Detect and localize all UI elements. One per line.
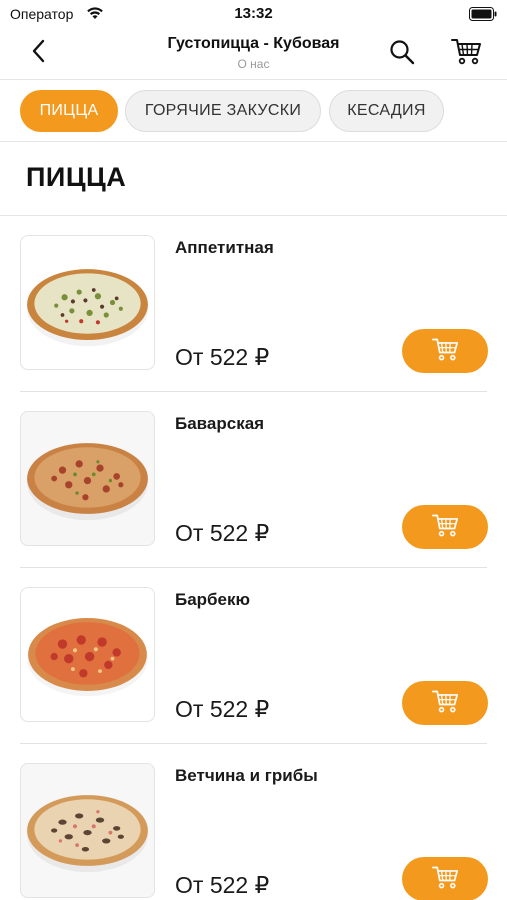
product-price: От 522 ₽ (175, 696, 270, 722)
add-to-cart-button[interactable] (402, 681, 488, 725)
pizza-image (20, 235, 155, 370)
product-name: Барбекю (175, 590, 251, 609)
search-button[interactable] (386, 38, 418, 70)
product-name: Ветчина и грибы (175, 766, 318, 785)
search-icon (389, 39, 415, 70)
cart-icon (430, 688, 460, 719)
category-tabs: ПИЦЦА ГОРЯЧИЕ ЗАКУСКИ КЕСАДИЯ (0, 80, 507, 142)
add-to-cart-button[interactable] (402, 505, 488, 549)
cart-icon (430, 336, 460, 367)
page-title: Густопицца - Кубовая (167, 35, 340, 52)
product-price: От 522 ₽ (175, 520, 270, 546)
cart-button[interactable] (448, 36, 484, 70)
pizza-image (20, 411, 155, 546)
status-bar: Оператор 13:32 (0, 0, 507, 30)
product-card[interactable]: Баварская От 522 ₽ (0, 392, 507, 568)
product-name: Аппетитная (175, 238, 274, 257)
product-card[interactable]: Ветчина и грибы От 522 ₽ (0, 744, 507, 900)
about-link[interactable]: О нас (0, 57, 507, 71)
tab-hot-snacks[interactable]: ГОРЯЧИЕ ЗАКУСКИ (125, 90, 321, 132)
product-card[interactable]: Аппетитная От 522 ₽ (0, 216, 507, 392)
cart-icon (450, 36, 482, 71)
navigation-bar: Густопицца - Кубовая О нас (0, 30, 507, 80)
product-name: Баварская (175, 414, 265, 433)
tab-pizza[interactable]: ПИЦЦА (20, 90, 118, 132)
product-price: От 522 ₽ (175, 344, 270, 370)
tab-quesadilla[interactable]: КЕСАДИЯ (329, 90, 444, 132)
section-title: ПИЦЦА (26, 162, 127, 192)
product-card[interactable]: Барбекю От 522 ₽ (0, 568, 507, 744)
pizza-image (20, 763, 155, 898)
product-price: От 522 ₽ (175, 872, 270, 898)
status-time: 13:32 (234, 5, 273, 22)
add-to-cart-button[interactable] (402, 329, 488, 373)
battery-icon (469, 7, 497, 26)
cart-icon (430, 864, 460, 895)
pizza-image (20, 587, 155, 722)
cart-icon (430, 512, 460, 543)
add-to-cart-button[interactable] (402, 857, 488, 900)
